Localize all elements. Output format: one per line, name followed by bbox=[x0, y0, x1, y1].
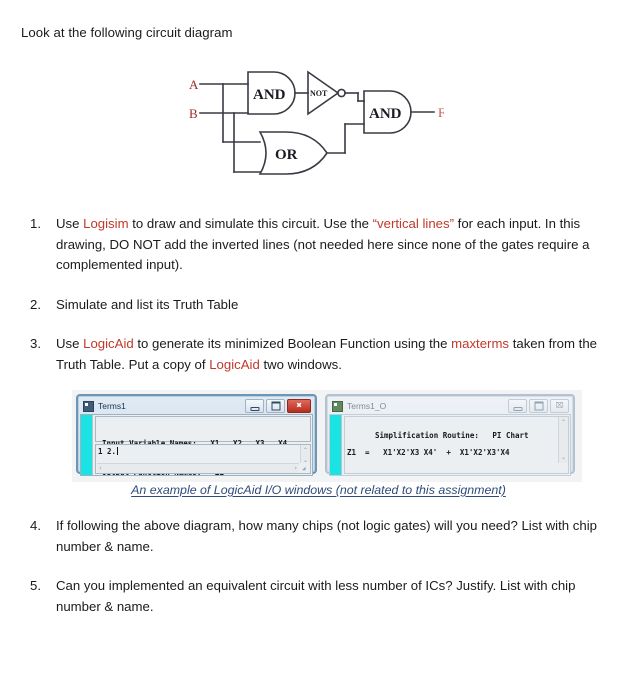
question-text: If following the above diagram, how many… bbox=[56, 516, 610, 557]
scroll-left-icon[interactable]: ‹ bbox=[99, 464, 102, 474]
resize-grip-icon[interactable]: ◢ bbox=[302, 465, 309, 472]
question-item-5: 5. Can you implemented an equivalent cir… bbox=[30, 576, 610, 617]
circuit-label-a: A bbox=[189, 77, 199, 92]
scroll-up-icon[interactable]: ⌃ bbox=[561, 418, 566, 428]
scroll-up-icon[interactable]: ⌃ bbox=[303, 446, 308, 456]
input-window-entry-pane[interactable]: 1 2. ⌃ ⌄ ‹ › ◢ bbox=[95, 444, 311, 474]
input-window-body: Input Variable Names: X1 X2 X3 X4 Output… bbox=[80, 414, 313, 476]
circuit-label-b: B bbox=[189, 106, 198, 121]
maximize-icon bbox=[271, 401, 280, 411]
highlighted-term: “vertical lines” bbox=[372, 216, 454, 231]
question-item-1: 1. Use Logisim to draw and simulate this… bbox=[30, 214, 610, 276]
boolean-equation-result: Z1 = X1'X2'X3 X4' + X1'X2'X3'X4 bbox=[347, 448, 510, 457]
highlighted-term: LogicAid bbox=[209, 356, 260, 372]
terms-entry-field[interactable]: 1 2. bbox=[98, 447, 119, 457]
plain-text-run: Use bbox=[56, 336, 84, 351]
plain-text-run: two windows. bbox=[259, 356, 342, 372]
minimize-button[interactable] bbox=[508, 399, 527, 413]
circuit-label-f: F bbox=[438, 105, 444, 120]
scroll-right-icon[interactable]: › bbox=[294, 464, 297, 474]
minimize-button[interactable] bbox=[245, 399, 264, 413]
close-icon: ⌧ bbox=[555, 401, 564, 410]
question-number: 1. bbox=[30, 216, 41, 231]
plain-text-run: Use bbox=[56, 216, 84, 231]
output-window-left-strip bbox=[330, 415, 342, 475]
output-window-controls[interactable]: ⌧ bbox=[508, 399, 569, 413]
logicaid-screenshot-canvas: Terms1 ✖ Input Variable Names: X1 X2 X3 … bbox=[72, 390, 582, 482]
question-number: 4. bbox=[30, 518, 41, 533]
question-text: Use LogicAid to generate its minimized B… bbox=[56, 334, 610, 375]
question-number: 3. bbox=[30, 336, 41, 351]
plain-text-run: Can you implemented an equivalent circui… bbox=[56, 578, 576, 614]
question-number: 2. bbox=[30, 296, 41, 312]
output-window-content: Simplification Routine: PI Chart Z1 = X1… bbox=[342, 415, 570, 475]
input-window-left-strip bbox=[81, 415, 93, 475]
gate-and2-label: AND bbox=[369, 106, 402, 122]
scroll-down-icon[interactable]: ⌄ bbox=[303, 456, 308, 466]
output-window-result-pane: Simplification Routine: PI Chart Z1 = X1… bbox=[344, 416, 569, 474]
entry-horizontal-scrollbar[interactable]: ‹ › bbox=[97, 463, 299, 473]
plain-text-run: Simulate and list its Truth Table bbox=[56, 296, 239, 312]
highlighted-term: maxterms bbox=[451, 336, 510, 351]
input-window-controls[interactable]: ✖ bbox=[245, 399, 311, 413]
gate-or-label: OR bbox=[275, 147, 298, 163]
minimize-icon bbox=[250, 407, 259, 412]
question-list-bottom: 4. If following the above diagram, how m… bbox=[30, 516, 610, 631]
entry-vertical-scrollbar[interactable]: ⌃ ⌄ bbox=[300, 445, 310, 466]
close-button[interactable]: ⌧ bbox=[550, 399, 569, 413]
input-window-content: Input Variable Names: X1 X2 X3 X4 Output… bbox=[93, 415, 312, 475]
question-item-4: 4. If following the above diagram, how m… bbox=[30, 516, 610, 557]
gate-not-label: NOT bbox=[310, 89, 328, 98]
plain-text-run: If following the above diagram, how many… bbox=[56, 518, 597, 554]
logicaid-output-window[interactable]: Terms1_O ⌧ Simplification Routine: PI Ch… bbox=[325, 394, 575, 476]
highlighted-term: LogicAid bbox=[83, 336, 134, 351]
text-caret bbox=[117, 447, 119, 455]
question-text: Simulate and list its Truth Table bbox=[56, 295, 610, 316]
output-window-body: Simplification Routine: PI Chart Z1 = X1… bbox=[329, 414, 571, 476]
maximize-button[interactable] bbox=[529, 399, 548, 413]
close-button[interactable]: ✖ bbox=[287, 399, 311, 413]
application-icon bbox=[332, 400, 343, 412]
page-intro-text: Look at the following circuit diagram bbox=[21, 25, 233, 40]
input-window-names-pane: Input Variable Names: X1 X2 X3 X4 Output… bbox=[95, 416, 311, 475]
question-number: 5. bbox=[30, 578, 41, 593]
output-window-title: Terms1_O bbox=[347, 401, 387, 411]
figure-caption-text: An example of LogicAid I/O windows (not … bbox=[131, 483, 506, 497]
minimize-icon bbox=[513, 407, 522, 412]
close-icon: ✖ bbox=[296, 401, 302, 410]
logicaid-screenshot-figure: Terms1 ✖ Input Variable Names: X1 X2 X3 … bbox=[72, 390, 582, 488]
figure-caption: An example of LogicAid I/O windows (not … bbox=[0, 483, 637, 497]
question-text: Use Logisim to draw and simulate this ci… bbox=[56, 214, 610, 276]
question-text: Can you implemented an equivalent circui… bbox=[56, 576, 610, 617]
simplification-routine-heading: Simplification Routine: PI Chart bbox=[375, 431, 529, 440]
terms-entry-value: 1 2. bbox=[98, 447, 117, 456]
application-icon bbox=[83, 400, 94, 412]
question-item-3: 3. Use LogicAid to generate its minimize… bbox=[30, 334, 610, 375]
question-list-top: 1. Use Logisim to draw and simulate this… bbox=[30, 214, 610, 389]
input-window-title: Terms1 bbox=[98, 401, 126, 411]
question-item-2: 2. Simulate and list its Truth Table bbox=[30, 295, 610, 316]
circuit-diagram-svg: A B F AND NOT OR AND bbox=[189, 70, 444, 175]
logicaid-input-window[interactable]: Terms1 ✖ Input Variable Names: X1 X2 X3 … bbox=[76, 394, 317, 476]
gate-and1-label: AND bbox=[253, 87, 286, 103]
maximize-button[interactable] bbox=[266, 399, 285, 413]
result-vertical-scrollbar[interactable]: ⌃ ⌄ bbox=[558, 417, 568, 463]
circuit-diagram-figure: A B F AND NOT OR AND bbox=[182, 64, 444, 192]
maximize-icon bbox=[534, 401, 543, 411]
output-window-titlebar[interactable]: Terms1_O ⌧ bbox=[329, 398, 571, 414]
input-window-titlebar[interactable]: Terms1 ✖ bbox=[80, 398, 313, 414]
plain-text-run: to generate its minimized Boolean Functi… bbox=[133, 336, 452, 351]
plain-text-run: to draw and simulate this circuit. Use t… bbox=[128, 216, 373, 231]
scroll-down-icon[interactable]: ⌄ bbox=[561, 453, 566, 463]
highlighted-term: Logisim bbox=[83, 216, 129, 231]
